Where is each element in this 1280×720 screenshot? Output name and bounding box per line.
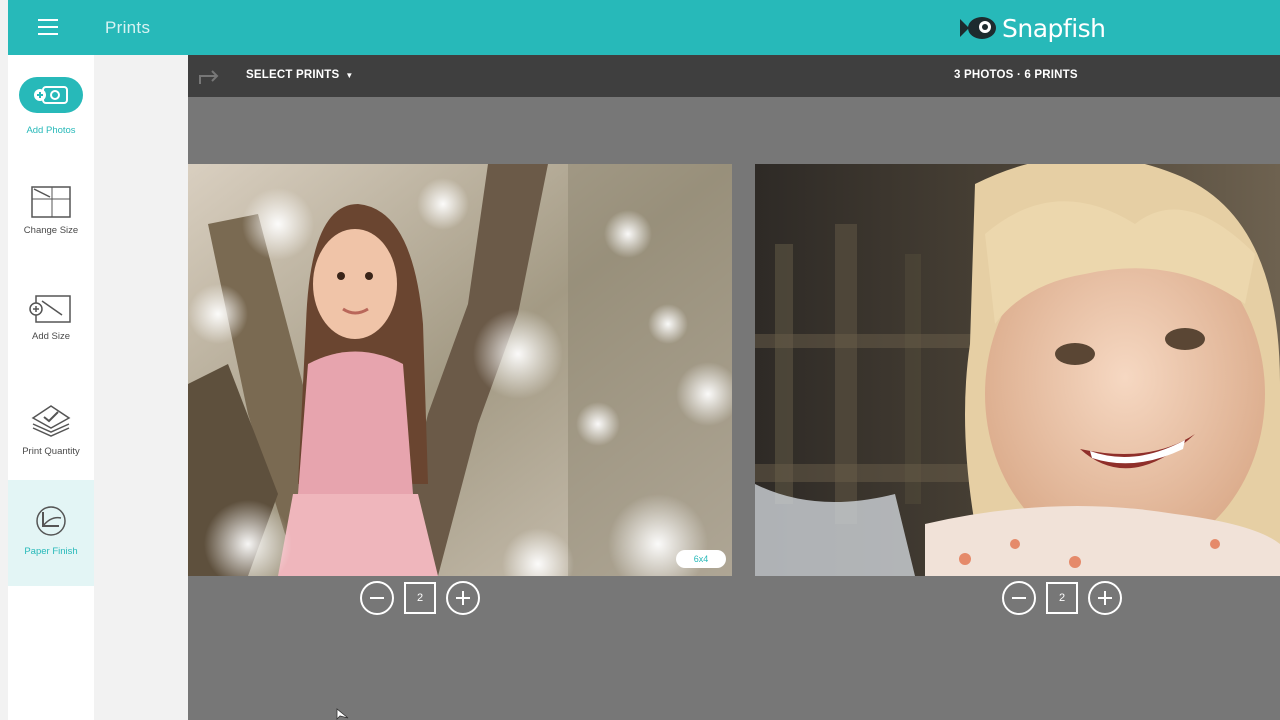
hamburger-icon[interactable] bbox=[38, 19, 58, 37]
print-quantity-button[interactable]: Print Quantity bbox=[8, 400, 94, 480]
increase-quantity-button[interactable] bbox=[1088, 581, 1122, 615]
add-size-icon bbox=[29, 295, 71, 323]
add-photos-button[interactable]: Add Photos bbox=[8, 77, 94, 177]
paper-finish-button[interactable]: Paper Finish bbox=[8, 480, 94, 586]
decrease-quantity-button[interactable] bbox=[1002, 581, 1036, 615]
window-edge bbox=[0, 0, 8, 720]
quantity-stepper-2: 2 bbox=[1002, 581, 1122, 615]
add-size-button[interactable]: Add Size bbox=[8, 293, 94, 393]
photo-card-2[interactable] bbox=[755, 164, 1280, 576]
add-photos-icon bbox=[19, 77, 83, 113]
brand-logo[interactable]: Snapfish bbox=[958, 10, 1106, 46]
photo-girl-in-blossom-tree bbox=[188, 164, 732, 576]
quantity-stepper-1: 2 bbox=[360, 581, 480, 615]
decrease-quantity-button[interactable] bbox=[360, 581, 394, 615]
redo-icon[interactable] bbox=[198, 67, 222, 85]
photo-card-1[interactable]: 6x4 bbox=[188, 164, 732, 576]
increase-quantity-button[interactable] bbox=[446, 581, 480, 615]
sidebar-panel bbox=[94, 55, 188, 720]
select-prints-dropdown[interactable]: SELECT PRINTS ▼ bbox=[246, 69, 353, 81]
change-size-icon bbox=[31, 186, 71, 218]
print-canvas: 6x4 2 2 bbox=[188, 97, 1280, 720]
sidebar-item-label: Add Size bbox=[31, 331, 71, 342]
sidebar-item-label: Paper Finish bbox=[24, 546, 78, 557]
print-quantity-icon bbox=[31, 405, 71, 437]
tool-sidebar: Add Photos Change Size Add Size Print Qu… bbox=[8, 55, 94, 720]
caret-down-icon: ▼ bbox=[345, 70, 354, 80]
sidebar-item-label: Print Quantity bbox=[22, 446, 80, 457]
top-bar: Prints Snapfish bbox=[8, 0, 1280, 55]
sidebar-item-label: Change Size bbox=[23, 225, 79, 236]
fish-logo-icon bbox=[960, 17, 996, 39]
photo-smiling-child bbox=[755, 164, 1280, 576]
print-size-badge[interactable]: 6x4 bbox=[676, 550, 726, 568]
quantity-value[interactable]: 2 bbox=[1046, 582, 1078, 614]
quantity-value[interactable]: 2 bbox=[404, 582, 436, 614]
sidebar-item-label: Add Photos bbox=[26, 125, 76, 136]
brand-name: Snapfish bbox=[1002, 13, 1106, 43]
photo-print-count: 3 PHOTOS · 6 PRINTS bbox=[954, 69, 1078, 81]
paper-finish-icon bbox=[36, 506, 66, 536]
select-prints-label: SELECT PRINTS bbox=[246, 69, 340, 81]
change-size-button[interactable]: Change Size bbox=[8, 185, 94, 285]
editor-toolbar: SELECT PRINTS ▼ 3 PHOTOS · 6 PRINTS bbox=[188, 55, 1280, 97]
page-title: Prints bbox=[105, 18, 151, 37]
mouse-cursor-icon bbox=[336, 708, 349, 720]
